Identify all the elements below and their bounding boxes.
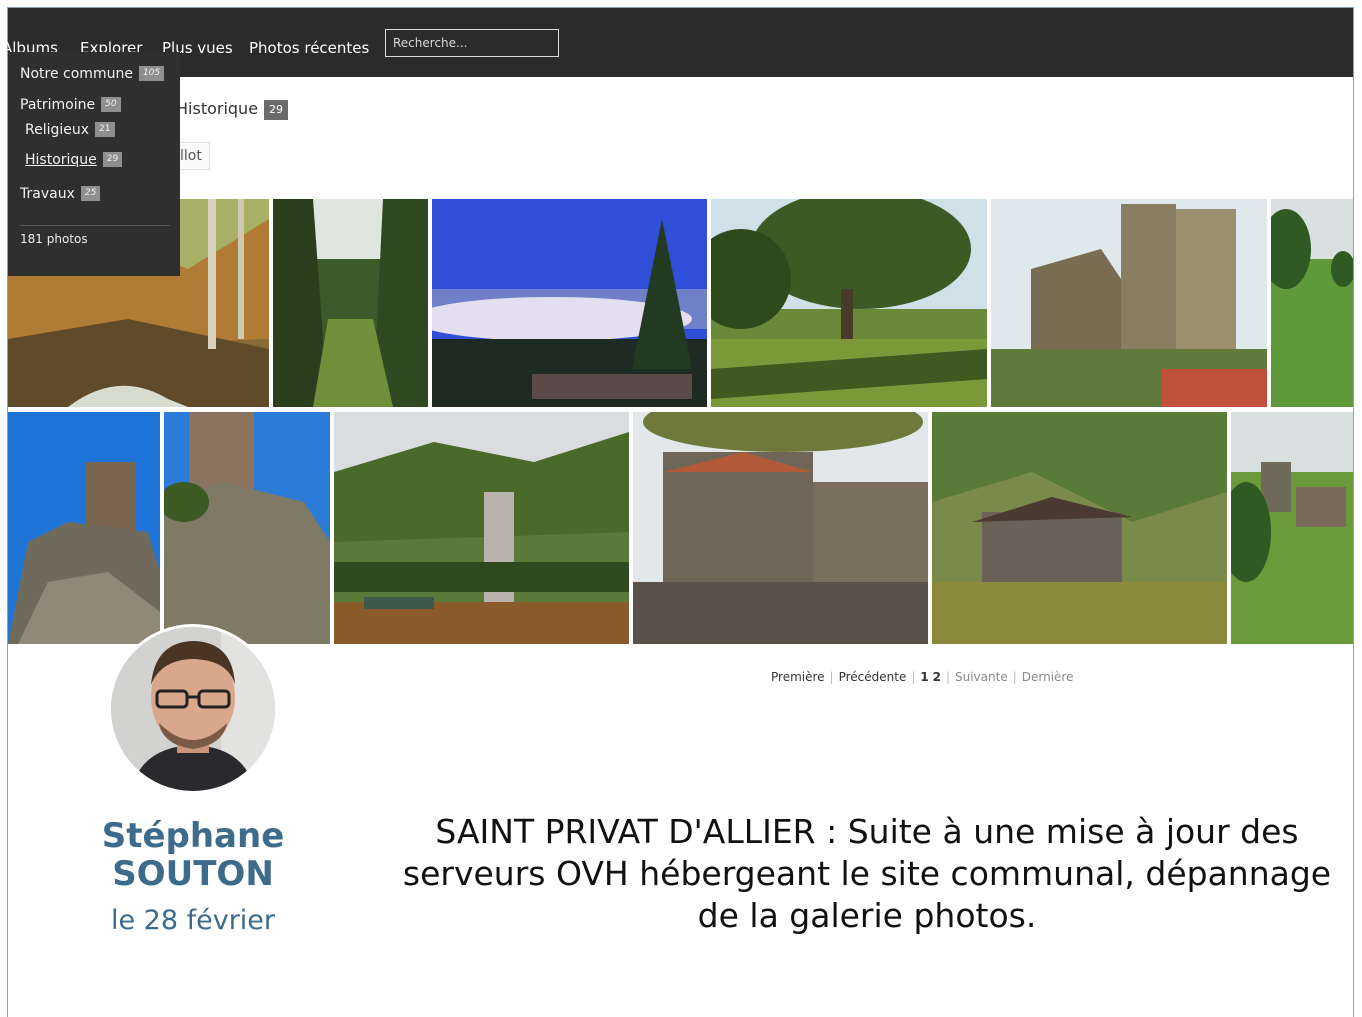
search-input[interactable]: Recherche... [385, 29, 559, 57]
forest-path-photo [273, 199, 428, 407]
dropdown-item-travaux[interactable]: Travaux 25 [20, 185, 101, 202]
dropdown-item-historique[interactable]: Historique 29 [25, 151, 123, 168]
author-last-name: SOUTON [112, 854, 274, 894]
nav-photos-recentes[interactable]: Photos récentes [249, 39, 369, 57]
top-navbar: Albums Explorer Plus vues Photos récente… [2, 8, 1353, 77]
castle-on-hill-photo [1231, 412, 1353, 644]
count-badge: 25 [80, 185, 101, 201]
photo-thumbnail-10[interactable] [633, 412, 928, 644]
photo-thumbnail-9[interactable] [334, 412, 629, 644]
photo-thumbnail-5[interactable] [991, 199, 1267, 407]
photo-thumbnail-7[interactable] [8, 412, 160, 644]
dropdown-item-religieux[interactable]: Religieux 21 [25, 121, 115, 138]
breadcrumb-count: 29 [264, 99, 289, 120]
pager-next[interactable]: Suivante [955, 670, 1008, 684]
photo-total: 181 photos [20, 232, 88, 246]
dropdown-item-patrimoine[interactable]: Patrimoine 50 [20, 96, 121, 113]
photo-thumbnail-11[interactable] [932, 412, 1227, 644]
photo-thumbnail-6[interactable] [1271, 199, 1353, 407]
breadcrumb-label[interactable]: Historique [176, 99, 258, 118]
castle-ruin-towers-photo [991, 199, 1267, 407]
author-first-name: Stéphane [101, 816, 285, 856]
rock-tower-blue-sky-photo [8, 412, 160, 644]
author-name: Stéphane SOUTON [88, 817, 298, 893]
dropdown-item-notre-commune[interactable]: Notre commune 105 [20, 65, 165, 82]
pager-page-2: 2 [932, 670, 941, 684]
count-badge: 21 [95, 121, 115, 137]
photo-thumbnail-3[interactable] [432, 199, 707, 407]
albums-dropdown-menu: Notre commune 105 Patrimoine 50 Religieux 2… [8, 52, 180, 276]
filter-chip[interactable]: llot [176, 142, 210, 170]
breadcrumb: Historique 29 [176, 99, 289, 120]
pager-first[interactable]: Première [771, 670, 825, 684]
post-headline: SAINT PRIVAT D'ALLIER : Suite à une mise… [402, 812, 1332, 935]
post-date: le 28 février [110, 905, 276, 936]
photo-thumbnail-12[interactable] [1231, 412, 1353, 644]
hillside-chateau-photo [932, 412, 1227, 644]
photo-thumbnail-8[interactable] [164, 412, 330, 644]
park-tree-shade-photo [711, 199, 987, 407]
pager-previous[interactable]: Précédente [839, 670, 907, 684]
count-badge: 50 [101, 96, 121, 112]
pagination: Première | Précédente | 1 2 | Suivante | Dernièr… [771, 670, 1074, 684]
sea-of-clouds-pine-photo [432, 199, 707, 407]
photo-thumbnail-4[interactable] [711, 199, 987, 407]
avatar [108, 624, 278, 794]
pager-page-1[interactable]: 1 [920, 670, 928, 684]
pager-last[interactable]: Dernière [1022, 670, 1074, 684]
count-badge: 29 [102, 151, 123, 167]
dropdown-divider [20, 225, 170, 226]
photo-thumbnail-2[interactable] [273, 199, 428, 407]
rock-tower-closeup-photo [164, 412, 330, 644]
count-badge: 105 [138, 65, 165, 81]
green-meadow-photo [1271, 199, 1353, 407]
author-portrait [111, 627, 275, 791]
stone-manor-house-photo [633, 412, 928, 644]
statue-park-bench-photo [334, 412, 629, 644]
